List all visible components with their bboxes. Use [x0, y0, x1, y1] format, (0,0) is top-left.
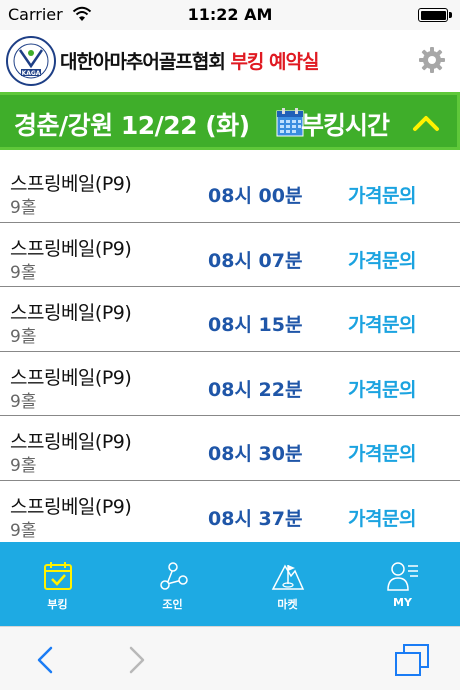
user-icon — [386, 562, 418, 591]
tab-my[interactable]: MY — [345, 542, 460, 626]
tab-booking-label: 부킹 — [47, 598, 68, 611]
browser-toolbar — [0, 626, 460, 690]
tab-booking[interactable]: 부킹 — [0, 542, 115, 626]
course-holes: 9홀 — [10, 327, 37, 347]
app-title-accent: 부킹 예약실 — [230, 51, 319, 73]
price-inquiry-link[interactable]: 가격문의 — [348, 310, 416, 337]
price-inquiry-link[interactable]: 가격문의 — [348, 504, 416, 531]
date-banner[interactable]: 경춘/강원 12/22 (화) 부킹시간 — [0, 92, 460, 150]
tee-time: 08시 00분 — [208, 185, 303, 207]
course-name: 스프링베일(P9) — [10, 366, 132, 389]
tabs-overview-icon[interactable] — [394, 643, 430, 677]
share-nodes-icon — [159, 562, 188, 590]
calendar-icon[interactable] — [276, 107, 304, 137]
app-title-main: 대한아마추어골프협회 — [60, 51, 226, 73]
calendar-check-icon — [43, 562, 72, 590]
tee-time: 08시 07분 — [208, 249, 303, 272]
status-time: 11:22 AM — [187, 5, 273, 24]
app-header: KAGA 대한아마추어골프협회 부킹 예약실 — [0, 30, 460, 92]
price-inquiry-link[interactable]: 가격문의 — [348, 375, 416, 402]
course-name: 스프링베일(P9) — [10, 173, 132, 195]
table-row[interactable]: 스프링베일(P9) 9홀 08시 30분 가격문의 — [0, 416, 460, 481]
booking-time-label: 부킹시간 — [301, 111, 390, 140]
tee-time-list: 스프링베일(P9) 9홀 08시 00분 가격문의 스프링베일(P9) 9홀 0… — [0, 158, 460, 542]
course-holes: 9홀 — [10, 198, 37, 218]
tab-market[interactable]: 마켓 — [230, 542, 345, 626]
tab-my-label: MY — [393, 596, 412, 609]
chevron-up-icon[interactable] — [412, 113, 440, 133]
logo-text: KAGA — [22, 70, 41, 77]
status-bar: Carrier 11:22 AM — [0, 0, 460, 30]
table-row[interactable]: 스프링베일(P9) 9홀 08시 37분 가격문의 — [0, 481, 460, 543]
course-name: 스프링베일(P9) — [10, 302, 132, 324]
course-name: 스프링베일(P9) — [10, 237, 132, 260]
course-name: 스프링베일(P9) — [10, 495, 132, 518]
bottom-tab-bar: 부킹 조인 마켓 MY — [0, 542, 460, 626]
battery-icon — [418, 8, 452, 22]
price-inquiry-link[interactable]: 가격문의 — [348, 246, 416, 273]
forward-arrow-icon[interactable] — [126, 645, 148, 675]
price-inquiry-link[interactable]: 가격문의 — [348, 439, 416, 466]
tab-market-label: 마켓 — [277, 598, 298, 611]
table-row[interactable]: 스프링베일(P9) 9홀 08시 07분 가격문의 — [0, 223, 460, 287]
tab-join-label: 조인 — [162, 598, 183, 611]
price-inquiry-link[interactable]: 가격문의 — [348, 181, 416, 208]
course-holes: 9홀 — [10, 456, 37, 476]
tab-join[interactable]: 조인 — [115, 542, 230, 626]
table-row[interactable]: 스프링베일(P9) 9홀 08시 15분 가격문의 — [0, 287, 460, 352]
table-row[interactable]: 스프링베일(P9) 9홀 08시 22분 가격문의 — [0, 352, 460, 416]
tee-time: 08시 30분 — [208, 443, 303, 465]
golf-flag-icon — [271, 564, 304, 590]
gear-icon[interactable] — [418, 46, 446, 74]
course-name: 스프링베일(P9) — [10, 431, 132, 453]
back-arrow-icon[interactable] — [34, 645, 56, 675]
table-row[interactable]: 스프링베일(P9) 9홀 08시 00분 가격문의 — [0, 158, 460, 223]
tee-time: 08시 15분 — [208, 314, 303, 336]
kaga-logo: KAGA — [6, 36, 56, 86]
region-date-label: 경춘/강원 12/22 (화) — [14, 111, 250, 140]
course-holes: 9홀 — [10, 262, 37, 283]
course-holes: 9홀 — [10, 520, 37, 541]
tee-time: 08시 22분 — [208, 378, 303, 401]
course-holes: 9홀 — [10, 391, 37, 412]
app-title: 대한아마추어골프협회 부킹 예약실 — [60, 47, 319, 74]
tee-time: 08시 37분 — [208, 507, 303, 530]
